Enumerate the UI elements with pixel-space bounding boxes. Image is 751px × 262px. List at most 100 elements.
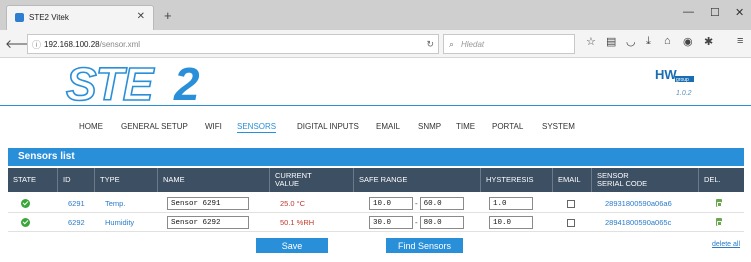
range-separator: -: [415, 199, 418, 208]
site-info-icon[interactable]: ⓘ: [32, 38, 41, 51]
svg-text:STE: STE: [66, 60, 155, 106]
menu-item-home[interactable]: HOME: [79, 122, 103, 131]
close-tab-icon[interactable]: ✕: [137, 11, 145, 22]
address-bar[interactable]: ⓘ 192.168.100.28/sensor.xml ↻: [27, 34, 439, 54]
sensor-id[interactable]: 6292: [63, 213, 85, 232]
menu-item-sensors[interactable]: SENSORS: [237, 122, 277, 133]
state-cell: [16, 213, 30, 232]
hysteresis-cell: 10.0: [484, 213, 533, 232]
firmware-version: 1.0.2: [676, 90, 692, 97]
svg-text:group: group: [676, 77, 689, 83]
table-header: STATE ID TYPE NAME CURRENT VALUE SAFE RA…: [8, 168, 744, 192]
sensor-id[interactable]: 6291: [63, 194, 85, 213]
sensor-serial[interactable]: 28931800590a06a6: [600, 194, 672, 213]
find-sensors-button[interactable]: Find Sensors: [386, 238, 463, 253]
menu-item-snmp[interactable]: SNMP: [418, 122, 441, 131]
name-cell: Sensor 6291: [162, 194, 249, 213]
hysteresis-input[interactable]: 1.0: [489, 197, 533, 210]
close-window-icon[interactable]: ✕: [735, 6, 744, 19]
delete-icon[interactable]: [715, 218, 723, 227]
menu-item-wifi[interactable]: WIFI: [205, 122, 222, 131]
safe-range-cell: 10.0 - 60.0: [364, 194, 464, 213]
library-icon[interactable]: ▤: [606, 35, 616, 48]
url-host: 192.168.100.28: [44, 40, 100, 49]
reload-icon[interactable]: ↻: [426, 39, 434, 50]
hwgroup-logo: HW group: [655, 67, 694, 83]
main-menu: HOME GENERAL SETUP WIFI SENSORS DIGITAL …: [0, 122, 751, 136]
email-cell: [562, 213, 575, 232]
range-low-input[interactable]: 10.0: [369, 197, 413, 210]
extension-icon[interactable]: ◉: [683, 35, 693, 48]
browser-tabbar: STE2 Vitek ✕ + — ☐ ✕: [0, 0, 751, 30]
hysteresis-cell: 1.0: [484, 194, 533, 213]
menu-item-digital-inputs[interactable]: DIGITAL INPUTS: [297, 122, 359, 131]
search-placeholder: Hledat: [461, 40, 485, 49]
pocket-icon[interactable]: ◡: [626, 35, 636, 48]
range-separator: -: [415, 218, 418, 227]
maximize-icon[interactable]: ☐: [710, 6, 720, 19]
sensor-type[interactable]: Temp.: [100, 194, 125, 213]
url-path: /sensor.xml: [99, 40, 141, 49]
column-type: TYPE: [95, 168, 158, 192]
save-button[interactable]: Save: [256, 238, 328, 253]
column-hysteresis: HYSTERESIS: [481, 168, 553, 192]
email-checkbox[interactable]: [567, 199, 575, 208]
menu-item-general-setup[interactable]: GENERAL SETUP: [121, 122, 188, 131]
name-cell: Sensor 6292: [162, 213, 249, 232]
search-box[interactable]: ⌕ Hledat: [443, 34, 575, 54]
menu-icon[interactable]: ≡: [737, 35, 743, 47]
svg-text:HW: HW: [655, 67, 677, 82]
delete-all-link[interactable]: delete all: [712, 241, 740, 248]
hysteresis-input[interactable]: 10.0: [489, 216, 533, 229]
url-text: 192.168.100.28/sensor.xml: [44, 40, 140, 49]
column-serial-code: SENSOR SERIAL CODE: [592, 168, 699, 192]
column-current-value: CURRENT VALUE: [270, 168, 354, 192]
current-value: 50.1 %RH: [280, 218, 315, 227]
sensor-serial[interactable]: 28941800590a065c: [600, 213, 671, 232]
range-high-input[interactable]: 80.0: [419, 216, 464, 229]
state-cell: [16, 194, 30, 213]
sensors-panel: Sensors list STATE ID TYPE NAME CURRENT …: [8, 148, 744, 260]
range-low-input[interactable]: 30.0: [369, 216, 413, 229]
delete-icon[interactable]: [715, 199, 723, 208]
column-name: NAME: [158, 168, 270, 192]
column-state: STATE: [8, 168, 58, 192]
favicon-icon: [15, 13, 24, 22]
table-row: 6291 Temp. Sensor 6291 25.0 °C 10.0 - 60…: [8, 194, 744, 213]
email-cell: [562, 194, 575, 213]
svg-text:2: 2: [173, 60, 200, 106]
minimize-icon[interactable]: —: [683, 6, 694, 18]
delete-cell: [710, 194, 723, 213]
panel-title: Sensors list: [18, 151, 75, 162]
sensor-type[interactable]: Humidity: [100, 213, 134, 232]
sensor-name-input[interactable]: Sensor 6291: [167, 197, 249, 210]
range-high-input[interactable]: 60.0: [419, 197, 464, 210]
panel-header: Sensors list: [8, 148, 744, 166]
column-delete: DEL.: [704, 175, 721, 184]
download-icon[interactable]: ⤓: [646, 35, 651, 48]
column-id: ID: [58, 168, 95, 192]
settings-icon[interactable]: ✱: [704, 35, 713, 48]
menu-item-email[interactable]: EMAIL: [376, 122, 400, 131]
ste2-logo: STE 2: [65, 60, 200, 106]
ok-status-icon: [21, 218, 30, 227]
menu-item-portal[interactable]: PORTAL: [492, 122, 523, 131]
current-value: 25.0 °C: [280, 199, 306, 208]
ok-status-icon: [21, 199, 30, 208]
browser-navbar: 🡐 ⓘ 192.168.100.28/sensor.xml ↻ ⌕ Hledat: [0, 30, 751, 58]
search-icon: ⌕: [449, 39, 455, 49]
home-icon[interactable]: ⌂: [664, 35, 671, 47]
column-safe-range: SAFE RANGE: [354, 168, 481, 192]
menu-item-system[interactable]: SYSTEM: [542, 122, 575, 131]
menu-item-time[interactable]: TIME: [456, 122, 475, 131]
email-checkbox[interactable]: [567, 218, 575, 227]
header-divider: [0, 105, 751, 106]
sensor-name-input[interactable]: Sensor 6292: [167, 216, 249, 229]
bookmark-star-icon[interactable]: ☆: [586, 35, 596, 48]
table-row: 6292 Humidity Sensor 6292 50.1 %RH 30.0 …: [8, 213, 744, 232]
delete-cell: [710, 213, 723, 232]
safe-range-cell: 30.0 - 80.0: [364, 213, 464, 232]
column-email: EMAIL: [553, 168, 592, 192]
new-tab-icon[interactable]: +: [164, 8, 172, 23]
browser-tab[interactable]: STE2 Vitek ✕: [6, 5, 154, 30]
